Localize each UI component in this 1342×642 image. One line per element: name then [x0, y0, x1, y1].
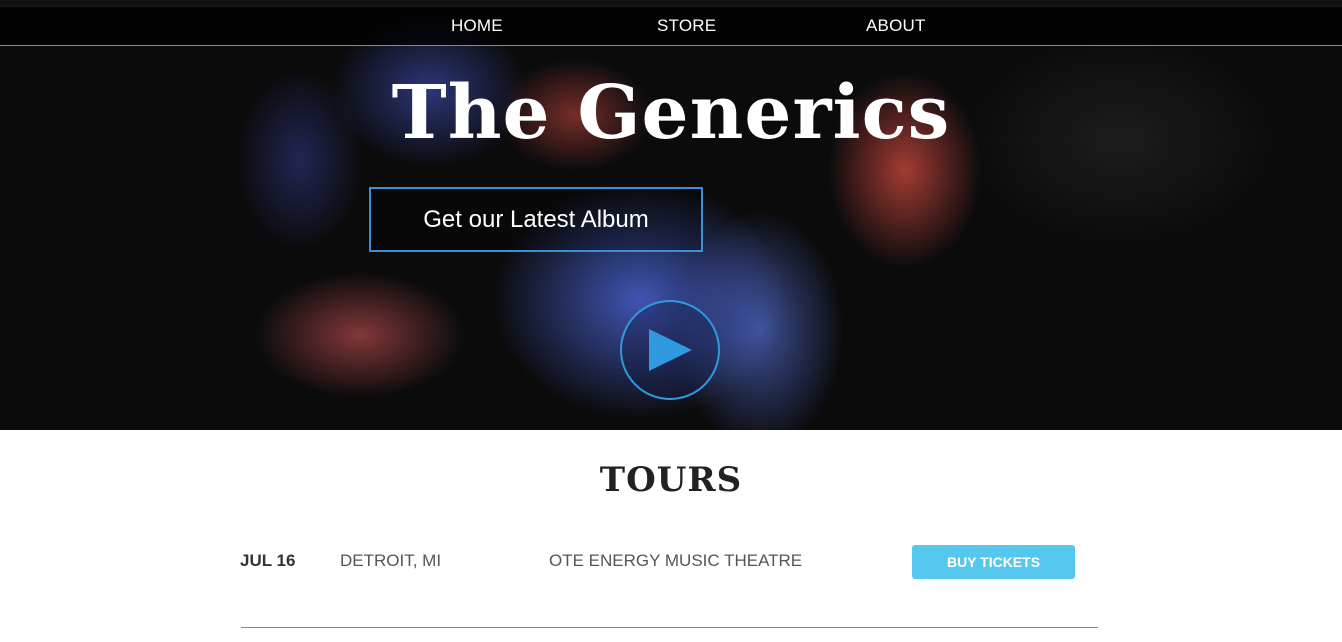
- buy-tickets-button[interactable]: BUY TICKETS: [912, 545, 1075, 579]
- latest-album-button[interactable]: Get our Latest Album: [369, 187, 703, 252]
- tour-venue: OTE ENERGY MUSIC THEATRE: [549, 551, 803, 570]
- hero-section: HOME STORE ABOUT The Generics Get our La…: [0, 0, 1342, 430]
- nav-home-link[interactable]: HOME: [451, 16, 503, 36]
- nav-about-link[interactable]: ABOUT: [866, 16, 926, 36]
- band-title: The Generics: [391, 70, 951, 156]
- tours-heading: TOURS: [599, 460, 743, 500]
- top-navbar: HOME STORE ABOUT: [0, 6, 1342, 46]
- tour-city: DETROIT, MI: [340, 551, 442, 570]
- play-button[interactable]: [620, 300, 720, 400]
- tour-date: JUL 16: [240, 551, 296, 570]
- nav-store-link[interactable]: STORE: [657, 16, 716, 36]
- play-icon: [649, 329, 692, 371]
- tour-row-divider: [241, 627, 1098, 628]
